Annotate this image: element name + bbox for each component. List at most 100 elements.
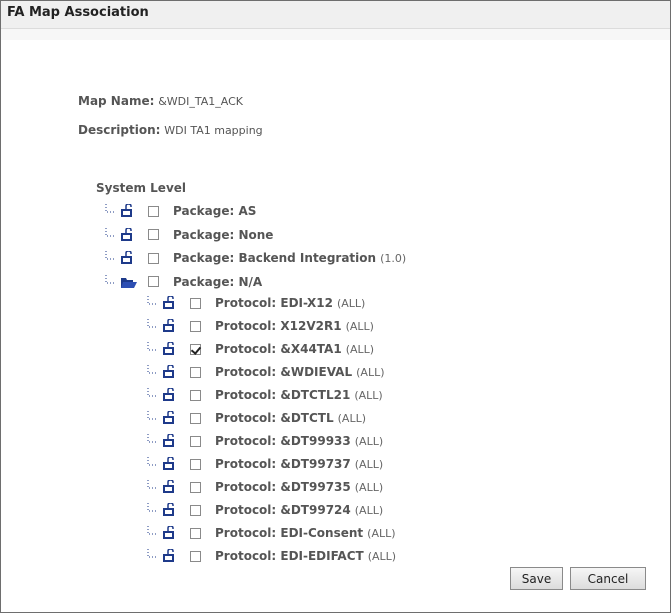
protocol-node-label: Protocol: &X44TA1: [215, 342, 342, 356]
protocol-node-checkbox[interactable]: [190, 527, 201, 539]
protocol-node-label: Protocol: &DT99724: [215, 503, 351, 517]
folder-closed-icon[interactable]: [162, 525, 178, 540]
package-node-checkbox[interactable]: [148, 252, 159, 264]
protocol-node-version: (ALL): [367, 526, 396, 540]
map-name-row: Map Name: &WDI_TA1_ACK: [78, 94, 243, 108]
folder-closed-icon[interactable]: [162, 433, 178, 448]
tree-connector: [102, 227, 118, 242]
protocol-node-checkbox[interactable]: [190, 366, 201, 378]
package-node-checkbox[interactable]: [148, 205, 159, 217]
protocol-node-label: Protocol: EDI-EDIFACT: [215, 549, 364, 563]
map-name-label: Map Name:: [78, 94, 155, 108]
protocol-node-label: Protocol: &WDIEVAL: [215, 365, 353, 379]
protocol-node-checkbox[interactable]: [190, 297, 201, 309]
folder-open-icon[interactable]: [120, 275, 137, 289]
protocol-node-label: Protocol: X12V2R1: [215, 319, 342, 333]
tree-connector: [102, 251, 118, 265]
folder-closed-icon[interactable]: [162, 341, 178, 356]
protocol-node-checkbox[interactable]: [190, 550, 201, 562]
protocol-node-label: Protocol: &DTCTL: [215, 411, 334, 425]
package-node-label: Package: AS: [173, 204, 257, 218]
tree-connector: [144, 434, 160, 448]
protocol-node-version: (ALL): [354, 503, 384, 517]
folder-closed-icon[interactable]: [162, 410, 178, 425]
tree-connector: [144, 296, 160, 310]
protocol-node-checkbox[interactable]: [190, 435, 201, 447]
description-label: Description:: [78, 123, 161, 137]
folder-closed-icon[interactable]: [162, 318, 178, 333]
protocol-node[interactable]: Protocol: &DT99735 (ALL): [144, 477, 383, 497]
save-button[interactable]: Save: [510, 567, 563, 590]
package-node-label: Package: Backend Integration: [173, 251, 377, 265]
package-node[interactable]: Package: N/A: [102, 272, 262, 292]
protocol-node[interactable]: Protocol: EDI-X12 (ALL): [144, 293, 365, 313]
protocol-node-checkbox[interactable]: [190, 412, 201, 424]
folder-closed-icon[interactable]: [162, 364, 178, 379]
protocol-node-version: (ALL): [337, 411, 367, 425]
protocol-node[interactable]: Protocol: &DTCTL (ALL): [144, 408, 366, 428]
folder-closed-icon[interactable]: [162, 456, 178, 471]
protocol-node-label: Protocol: EDI-Consent: [215, 526, 364, 540]
protocol-node[interactable]: Protocol: &DTCTL21 (ALL): [144, 385, 383, 405]
protocol-node-version: (ALL): [345, 342, 375, 356]
tree-connector: [144, 549, 160, 563]
tree-connector: [144, 365, 160, 379]
protocol-node[interactable]: Protocol: EDI-Consent (ALL): [144, 523, 396, 543]
cancel-button[interactable]: Cancel: [570, 567, 646, 590]
package-node-version: (1.0): [380, 251, 407, 265]
folder-closed-icon[interactable]: [120, 250, 136, 265]
folder-closed-icon[interactable]: [162, 295, 178, 310]
tree-connector: [144, 457, 160, 471]
title-bar: FA Map Association: [1, 1, 670, 29]
tree-connector: [144, 319, 160, 333]
package-node-checkbox[interactable]: [148, 229, 159, 240]
system-level-label: System Level: [96, 181, 187, 195]
protocol-node-label: Protocol: EDI-X12: [215, 296, 333, 310]
protocol-node[interactable]: Protocol: &DT99724 (ALL): [144, 500, 383, 520]
package-node[interactable]: Package: None: [102, 225, 273, 245]
protocol-node[interactable]: Protocol: &DT99737 (ALL): [144, 454, 383, 474]
protocol-node-label: Protocol: &DT99735: [215, 480, 351, 494]
protocol-node-label: Protocol: &DT99933: [215, 434, 351, 448]
protocol-node-checkbox[interactable]: [190, 458, 201, 470]
folder-closed-icon[interactable]: [120, 226, 136, 242]
description-row: Description: WDI TA1 mapping: [78, 123, 263, 137]
protocol-node-version: (ALL): [367, 549, 397, 563]
protocol-node-checkbox[interactable]: [190, 504, 201, 516]
protocol-node-checkbox[interactable]: [190, 320, 201, 332]
package-node-label: Package: None: [173, 227, 274, 242]
package-node-checkbox[interactable]: [148, 276, 159, 287]
protocol-node-version: (ALL): [354, 457, 384, 471]
protocol-node-version: (ALL): [354, 480, 384, 494]
folder-closed-icon[interactable]: [120, 203, 136, 218]
protocol-node-label: Protocol: &DT99737: [215, 457, 351, 471]
tree-connector: [144, 503, 160, 517]
folder-closed-icon[interactable]: [162, 548, 178, 563]
protocol-node-version: (ALL): [336, 296, 366, 310]
description-value: WDI TA1 mapping: [164, 124, 263, 137]
protocol-node-checkbox[interactable]: [190, 343, 201, 355]
folder-closed-icon[interactable]: [162, 502, 178, 517]
folder-closed-icon[interactable]: [162, 387, 178, 402]
window-title: FA Map Association: [7, 5, 149, 20]
protocol-node-version: (ALL): [354, 388, 383, 402]
protocol-node[interactable]: Protocol: X12V2R1 (ALL): [144, 316, 374, 336]
package-node[interactable]: Package: Backend Integration (1.0): [102, 248, 406, 268]
protocol-node[interactable]: Protocol: &DT99933 (ALL): [144, 431, 383, 451]
folder-closed-icon[interactable]: [162, 479, 178, 494]
protocol-node-checkbox[interactable]: [190, 389, 201, 401]
protocol-node[interactable]: Protocol: EDI-EDIFACT (ALL): [144, 546, 396, 566]
tree-connector: [102, 274, 118, 289]
tree-connector: [144, 480, 160, 494]
protocol-node-checkbox[interactable]: [190, 481, 201, 493]
tree-connector: [102, 204, 118, 218]
map-name-value: &WDI_TA1_ACK: [158, 95, 244, 108]
package-node-label: Package: N/A: [173, 274, 263, 289]
package-node[interactable]: Package: AS: [102, 201, 256, 221]
protocol-node-version: (ALL): [354, 434, 384, 448]
protocol-node[interactable]: Protocol: &X44TA1 (ALL): [144, 339, 374, 359]
tree-connector: [144, 411, 160, 425]
protocol-node-label: Protocol: &DTCTL21: [215, 388, 351, 402]
protocol-node-version: (ALL): [356, 365, 385, 379]
protocol-node[interactable]: Protocol: &WDIEVAL (ALL): [144, 362, 385, 382]
